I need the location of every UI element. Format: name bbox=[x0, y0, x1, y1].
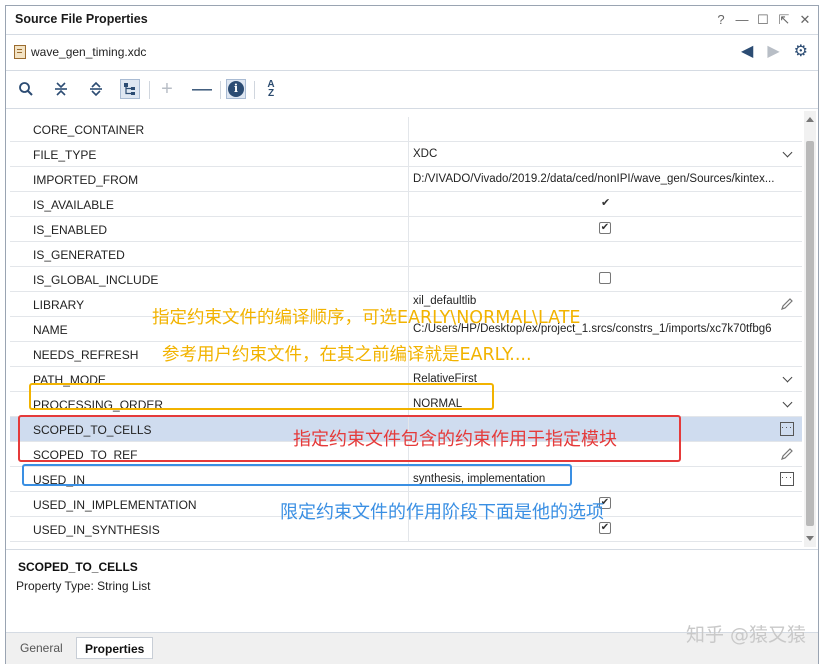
property-row-is-generated[interactable]: IS_GENERATED bbox=[10, 242, 802, 267]
watermark: 知乎 @猿又猿 bbox=[685, 624, 806, 646]
file-bar: wave_gen_timing.xdc ◀ ▶ ⚙ bbox=[6, 40, 818, 68]
column-divider bbox=[408, 117, 409, 142]
column-divider bbox=[408, 267, 409, 292]
property-name: NEEDS_REFRESH bbox=[33, 348, 139, 362]
toolbar-separator bbox=[220, 81, 221, 99]
source-file-properties-panel: Source File Properties ? — ☐ ⇱ ✕ wave_ge… bbox=[5, 5, 819, 664]
scroll-thumb[interactable] bbox=[806, 141, 814, 526]
navigation: ◀ ▶ ⚙ bbox=[741, 43, 808, 61]
file-icon bbox=[14, 45, 26, 59]
tab-general[interactable]: General bbox=[12, 637, 71, 659]
plus-icon[interactable]: + bbox=[157, 78, 177, 100]
annotation-scoped: 指定约束文件包含的约束作用于指定模块 bbox=[293, 429, 617, 450]
divider bbox=[6, 108, 818, 109]
minus-icon[interactable]: — bbox=[192, 78, 212, 100]
property-name: CORE_CONTAINER bbox=[33, 123, 145, 137]
restore-icon[interactable]: ☐ bbox=[756, 12, 770, 28]
column-divider bbox=[408, 192, 409, 217]
scroll-up-arrow-icon[interactable] bbox=[806, 117, 814, 122]
tab-properties[interactable]: Properties bbox=[76, 637, 154, 659]
sort-az-icon[interactable]: AZ bbox=[261, 79, 281, 99]
annotation-box-processing-order bbox=[29, 383, 494, 410]
property-name: IMPORTED_FROM bbox=[33, 173, 139, 187]
panel-title: Source File Properties bbox=[15, 12, 148, 26]
is-enabled-checkbox[interactable]: ✔ bbox=[599, 222, 611, 234]
property-name: IS_ENABLED bbox=[33, 223, 108, 237]
divider bbox=[6, 70, 818, 71]
property-name: FILE_TYPE bbox=[33, 148, 97, 162]
property-name: IS_GENERATED bbox=[33, 248, 125, 262]
property-row-core-container[interactable]: CORE_CONTAINER bbox=[10, 117, 802, 142]
column-divider bbox=[408, 142, 409, 167]
title-bar: Source File Properties ? — ☐ ⇱ ✕ bbox=[6, 6, 818, 34]
sort-z-glyph: Z bbox=[267, 88, 275, 99]
close-icon[interactable]: ✕ bbox=[798, 12, 812, 28]
collapse-all-icon[interactable] bbox=[51, 79, 71, 99]
column-divider bbox=[408, 217, 409, 242]
property-value: D:/VIVADO/Vivado/2019.2/data/ced/nonIPI/… bbox=[413, 173, 775, 185]
property-name: IS_GLOBAL_INCLUDE bbox=[33, 273, 159, 287]
minimize-icon[interactable]: — bbox=[735, 12, 749, 28]
forward-arrow-icon[interactable]: ▶ bbox=[767, 43, 779, 61]
group-by-category-icon[interactable] bbox=[120, 79, 140, 99]
annotation-processing-order-line2: 参考用户约束文件，在其之前编译就是EARLY.... bbox=[162, 345, 532, 365]
scroll-down-arrow-icon[interactable] bbox=[806, 536, 814, 541]
property-row-is-available[interactable]: IS_AVAILABLE ✔ bbox=[10, 192, 802, 217]
info-glyph: i bbox=[228, 81, 244, 97]
toolbar-separator bbox=[149, 81, 150, 99]
help-icon[interactable]: ? bbox=[714, 12, 728, 28]
check-icon: ✔ bbox=[601, 197, 611, 209]
chevron-down-icon[interactable] bbox=[780, 147, 794, 161]
expand-all-icon[interactable] bbox=[86, 79, 106, 99]
annotation-processing-order-line1: 指定约束文件的编译顺序，可选EARLY\NORMAL\LATE bbox=[152, 308, 581, 328]
annotation-used-in: 限定约束文件的作用阶段下面是他的选项 bbox=[280, 502, 604, 523]
property-name: IS_AVAILABLE bbox=[33, 198, 114, 212]
property-value: XDC bbox=[413, 148, 438, 160]
vertical-scrollbar[interactable] bbox=[804, 111, 816, 547]
divider bbox=[6, 34, 818, 35]
back-arrow-icon[interactable]: ◀ bbox=[741, 43, 753, 61]
property-name: NAME bbox=[33, 323, 68, 337]
file-name: wave_gen_timing.xdc bbox=[31, 45, 147, 59]
browse-button[interactable]: ··· bbox=[780, 422, 794, 436]
edit-pencil-icon[interactable] bbox=[780, 447, 794, 461]
annotation-box-used-in bbox=[22, 464, 572, 486]
property-name: LIBRARY bbox=[33, 298, 85, 312]
property-name: USED_IN_SYNTHESIS bbox=[33, 523, 160, 537]
gear-icon[interactable]: ⚙ bbox=[794, 43, 808, 61]
search-icon[interactable] bbox=[16, 79, 36, 99]
property-name: USED_IN_IMPLEMENTATION bbox=[33, 498, 197, 512]
property-row-is-enabled[interactable]: IS_ENABLED ✔ bbox=[10, 217, 802, 242]
toolbar: + — i AZ bbox=[6, 73, 818, 105]
float-icon[interactable]: ⇱ bbox=[777, 12, 791, 28]
column-divider bbox=[408, 242, 409, 267]
browse-button[interactable]: ··· bbox=[780, 472, 794, 486]
is-global-include-checkbox[interactable] bbox=[599, 272, 611, 284]
toolbar-separator bbox=[254, 81, 255, 99]
edit-pencil-icon[interactable] bbox=[780, 297, 794, 311]
property-row-is-global-include[interactable]: IS_GLOBAL_INCLUDE bbox=[10, 267, 802, 292]
property-row-file-type[interactable]: FILE_TYPE XDC bbox=[10, 142, 802, 167]
chevron-down-icon[interactable] bbox=[780, 397, 794, 411]
divider bbox=[6, 549, 818, 550]
column-divider bbox=[408, 167, 409, 192]
selected-property-type: Property Type: String List bbox=[16, 579, 151, 593]
chevron-down-icon[interactable] bbox=[780, 372, 794, 386]
info-icon[interactable]: i bbox=[226, 79, 246, 99]
selected-property-name: SCOPED_TO_CELLS bbox=[18, 560, 138, 574]
window-buttons: ? — ☐ ⇱ ✕ bbox=[714, 12, 812, 28]
property-row-imported-from[interactable]: IMPORTED_FROM D:/VIVADO/Vivado/2019.2/dat… bbox=[10, 167, 802, 192]
